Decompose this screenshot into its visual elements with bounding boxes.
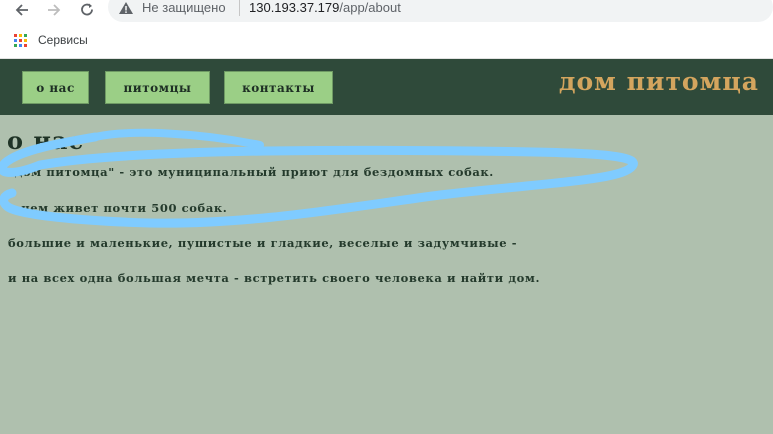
back-arrow-icon[interactable]	[12, 0, 32, 20]
security-status[interactable]: Не защищено	[142, 0, 226, 16]
bookmark-services[interactable]: Сервисы	[38, 33, 88, 47]
warning-icon[interactable]	[118, 0, 134, 16]
apps-grid-icon[interactable]	[14, 34, 27, 47]
site-brand[interactable]: дом питомца	[559, 67, 759, 96]
paragraph-4: и на всех одна большая мечта - встретить…	[8, 271, 541, 285]
paragraph-2: в нем живет почти 500 собак.	[8, 201, 228, 215]
paragraph-3: большие и маленькие, пушистые и гладкие,…	[8, 236, 518, 250]
browser-toolbar: Не защищено 130.193.37.179/app/about	[0, 0, 773, 22]
paragraph-1: "дом питомца" - это муниципальный приют …	[8, 165, 494, 179]
site-header: о нас питомцы контакты дом питомца	[0, 59, 773, 115]
url-host: 130.193.37.179	[249, 0, 340, 15]
url-path: /app/about	[339, 0, 401, 15]
page-title: о нас	[7, 126, 85, 155]
nav-about[interactable]: о нас	[22, 71, 89, 104]
main-content: о нас "дом питомца" - это муниципальный …	[0, 115, 773, 434]
nav-pets[interactable]: питомцы	[105, 71, 210, 104]
bookmarks-bar: Сервисы	[0, 22, 773, 59]
omnibox-divider	[239, 0, 240, 16]
reload-icon[interactable]	[77, 0, 97, 20]
forward-arrow-icon[interactable]	[44, 0, 64, 20]
nav-contacts[interactable]: контакты	[224, 71, 333, 104]
url-text[interactable]: 130.193.37.179/app/about	[249, 0, 401, 16]
